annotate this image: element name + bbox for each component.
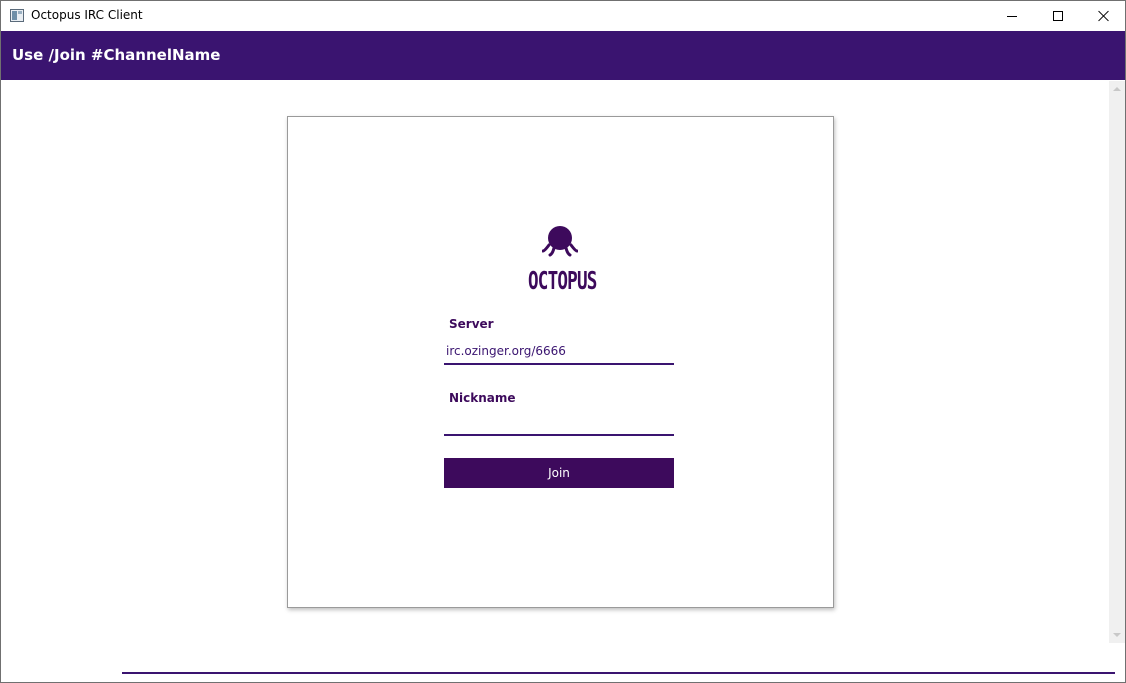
nickname-label: Nickname (449, 391, 516, 405)
window-title: Octopus IRC Client (31, 8, 143, 22)
join-button[interactable]: Join (444, 458, 674, 488)
message-input[interactable] (122, 654, 1115, 674)
scroll-up-button[interactable] (1109, 81, 1125, 97)
maximize-icon (1053, 11, 1063, 21)
server-input[interactable] (444, 339, 674, 365)
logo: OCTOPUS (520, 225, 600, 296)
scroll-down-button[interactable] (1109, 627, 1125, 643)
minimize-icon (1007, 15, 1017, 17)
vertical-scrollbar[interactable] (1109, 81, 1125, 643)
app-window-icon (10, 9, 24, 22)
close-button[interactable] (1081, 1, 1125, 31)
maximize-button[interactable] (1035, 1, 1081, 31)
arrow-up-icon (1113, 87, 1121, 91)
title-bar[interactable]: Octopus IRC Client (1, 1, 1125, 31)
server-label: Server (449, 317, 494, 331)
logo-text: OCTOPUS (528, 267, 597, 296)
close-icon (1098, 10, 1110, 22)
channel-header: Use /Join #ChannelName (1, 31, 1125, 80)
nickname-input[interactable] (444, 410, 674, 436)
app-window: Octopus IRC Client Use /Join #ChannelNam… (0, 0, 1126, 683)
login-card: OCTOPUS Server Nickname Join (287, 116, 834, 608)
arrow-down-icon (1113, 633, 1121, 637)
header-title: Use /Join #ChannelName (12, 46, 221, 64)
octopus-logo-icon (542, 226, 578, 257)
minimize-button[interactable] (989, 1, 1035, 31)
